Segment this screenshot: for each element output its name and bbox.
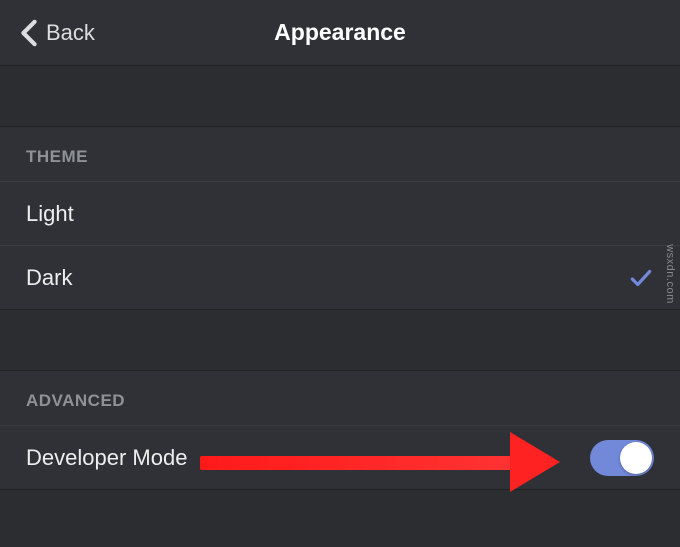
back-button[interactable]: Back bbox=[20, 19, 95, 47]
theme-dark-label: Dark bbox=[26, 265, 72, 291]
chevron-left-icon bbox=[20, 19, 38, 47]
advanced-section-header: ADVANCED bbox=[0, 371, 680, 425]
theme-option-dark[interactable]: Dark bbox=[0, 245, 680, 309]
theme-light-label: Light bbox=[26, 201, 74, 227]
section-gap bbox=[0, 310, 680, 370]
page-title: Appearance bbox=[274, 19, 406, 46]
check-icon bbox=[628, 265, 654, 291]
developer-mode-label: Developer Mode bbox=[26, 445, 187, 471]
header-bar: Back Appearance bbox=[0, 0, 680, 66]
theme-option-light[interactable]: Light bbox=[0, 181, 680, 245]
theme-section-header: THEME bbox=[0, 127, 680, 181]
advanced-section: ADVANCED Developer Mode bbox=[0, 370, 680, 490]
toggle-knob bbox=[620, 442, 652, 474]
section-gap bbox=[0, 66, 680, 126]
back-label: Back bbox=[46, 20, 95, 46]
developer-mode-row: Developer Mode bbox=[0, 425, 680, 489]
theme-section: THEME Light Dark bbox=[0, 126, 680, 310]
developer-mode-toggle[interactable] bbox=[590, 440, 654, 476]
watermark: wsxdn.com bbox=[664, 244, 676, 304]
